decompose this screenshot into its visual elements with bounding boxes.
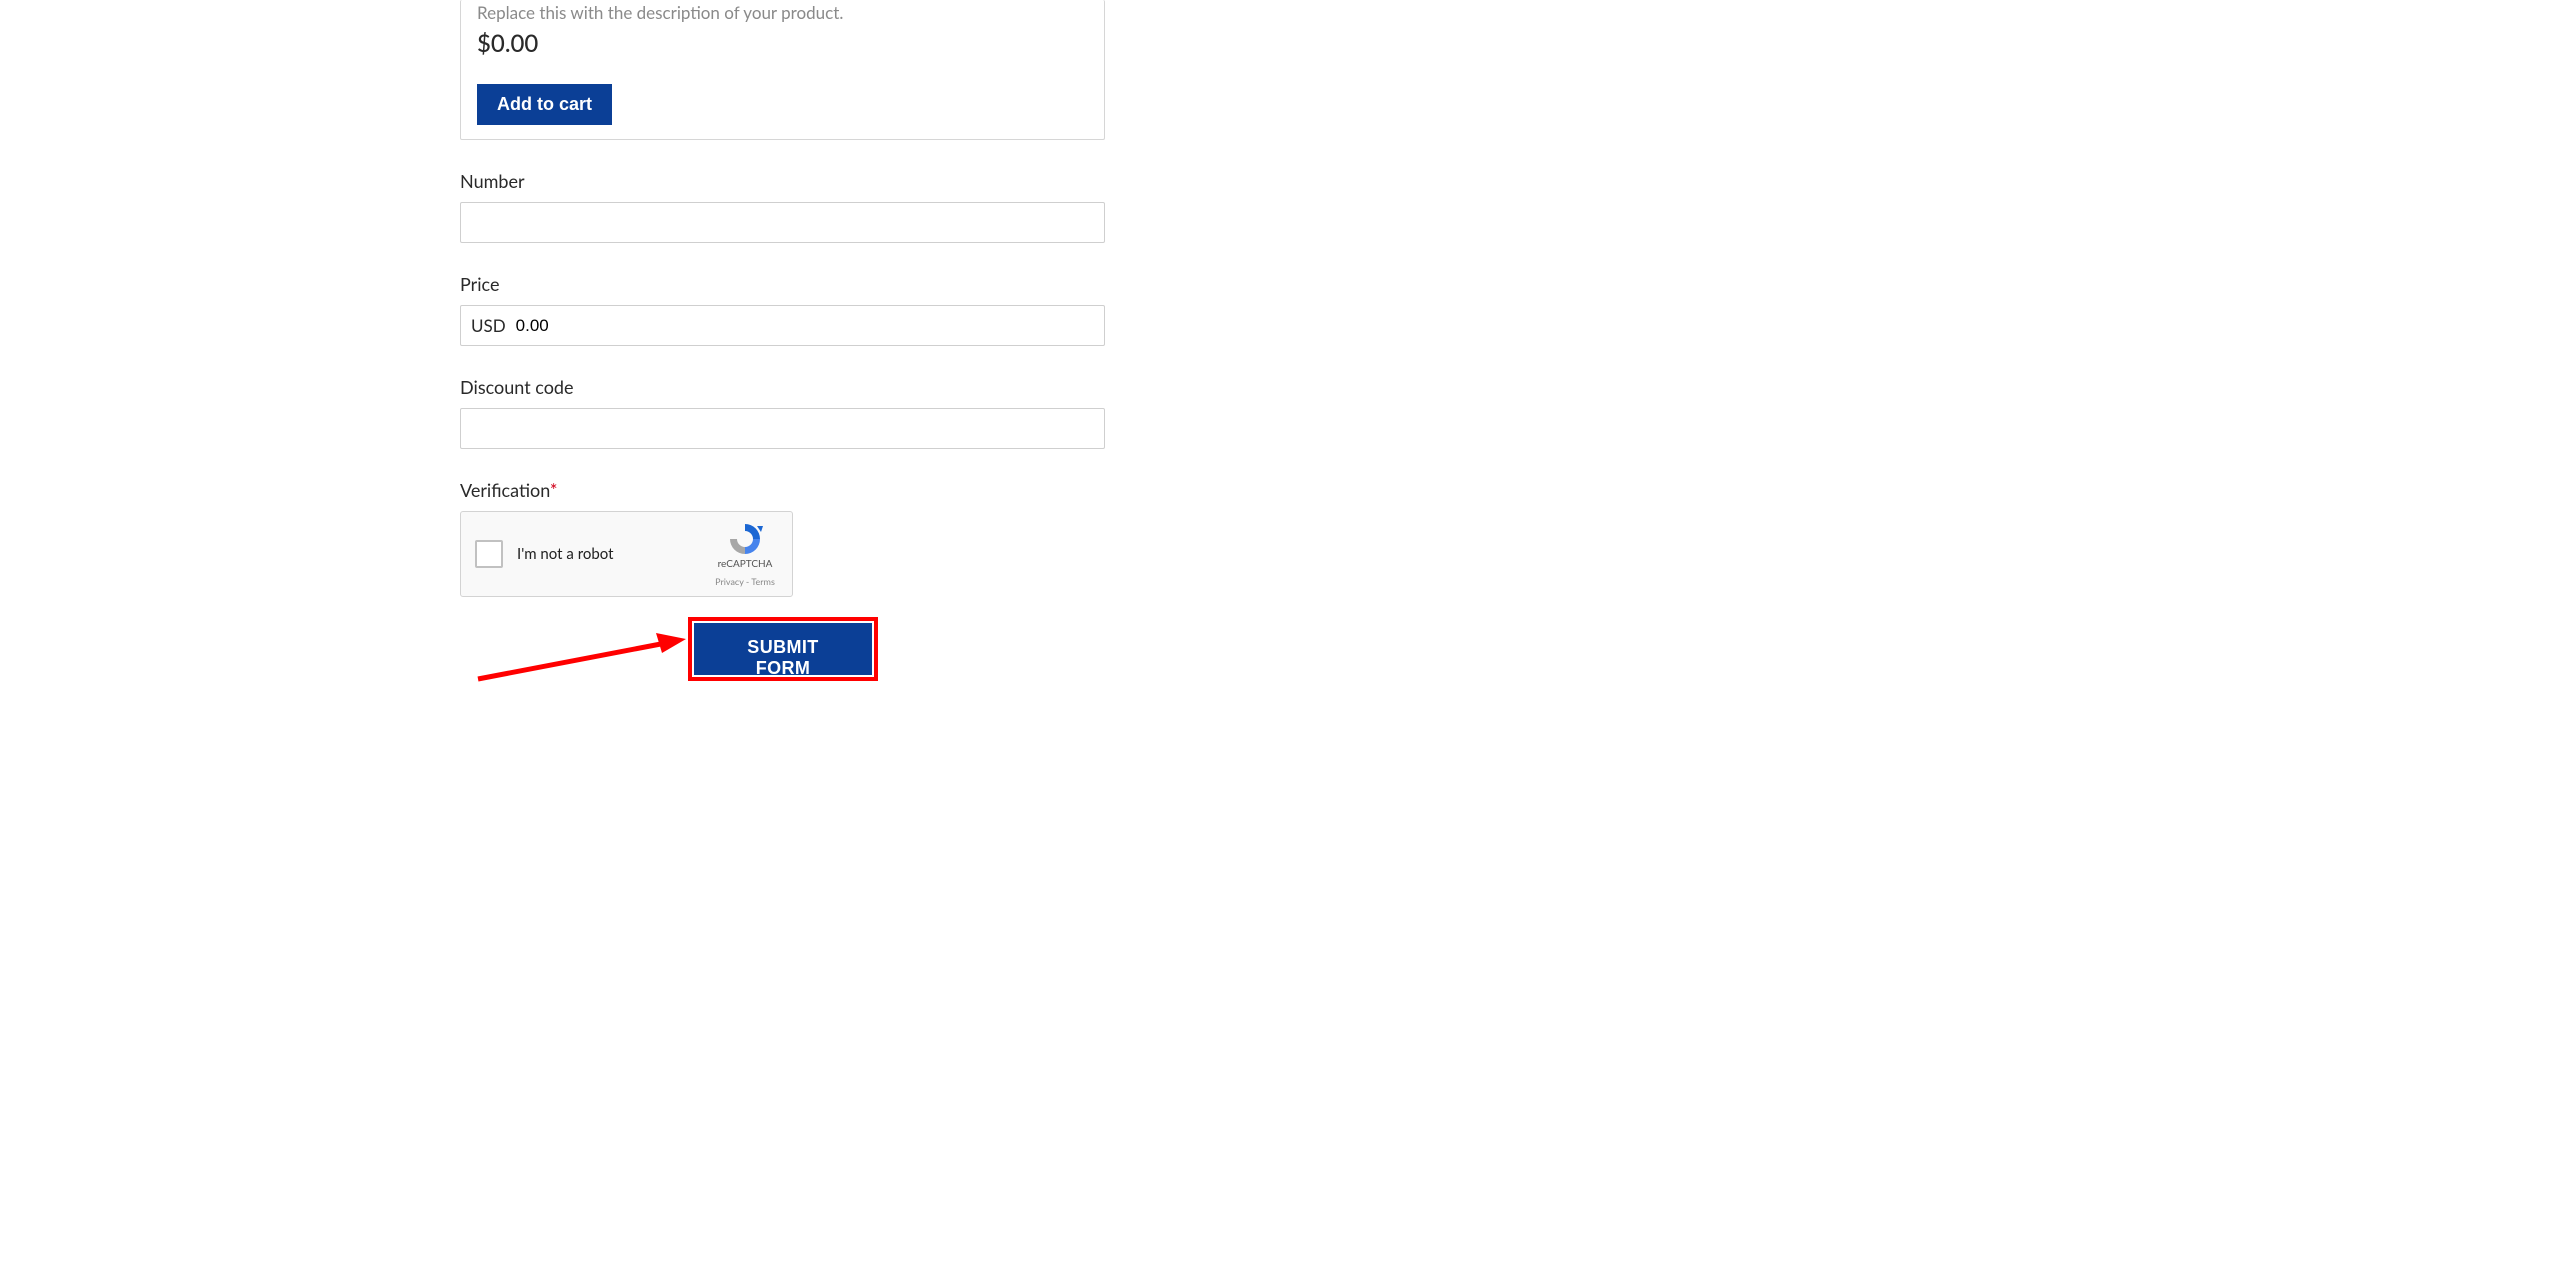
recaptcha-text: I'm not a robot — [517, 545, 614, 563]
number-field-group: Number — [460, 170, 1105, 243]
submit-highlight-box: SUBMIT FORM — [688, 617, 878, 681]
submit-form-button[interactable]: SUBMIT FORM — [694, 623, 872, 675]
price-field-group: Price USD — [460, 273, 1105, 346]
discount-label: Discount code — [460, 376, 1105, 398]
recaptcha-links[interactable]: Privacy - Terms — [715, 576, 775, 587]
annotation-arrow-icon — [476, 631, 686, 683]
price-label: Price — [460, 273, 1105, 295]
product-price: $0.00 — [477, 29, 1088, 84]
recaptcha-checkbox[interactable] — [475, 540, 503, 568]
recaptcha-widget: I'm not a robot reCAPTCHA Privacy - Term… — [460, 511, 793, 597]
submit-row: SUBMIT FORM — [460, 617, 1105, 681]
add-to-cart-button[interactable]: Add to cart — [477, 84, 612, 125]
price-currency: USD — [471, 315, 506, 336]
recaptcha-brand: reCAPTCHA Privacy - Terms — [710, 522, 780, 589]
number-input[interactable] — [460, 202, 1105, 243]
verification-label: Verification* — [460, 479, 1105, 501]
number-label: Number — [460, 170, 1105, 192]
verification-field-group: Verification* I'm not a robot reCAPTCHA … — [460, 479, 1105, 597]
product-card: Replace this with the description of you… — [460, 0, 1105, 140]
recaptcha-icon — [727, 522, 763, 556]
product-description: Replace this with the description of you… — [477, 0, 1088, 29]
required-star: * — [550, 479, 558, 501]
price-input[interactable] — [516, 316, 1094, 336]
verification-label-text: Verification — [460, 479, 550, 501]
price-input-wrap: USD — [460, 305, 1105, 346]
discount-input[interactable] — [460, 408, 1105, 449]
form-container: Replace this with the description of you… — [460, 0, 1105, 681]
recaptcha-brand-name: reCAPTCHA — [710, 558, 780, 570]
discount-field-group: Discount code — [460, 376, 1105, 449]
